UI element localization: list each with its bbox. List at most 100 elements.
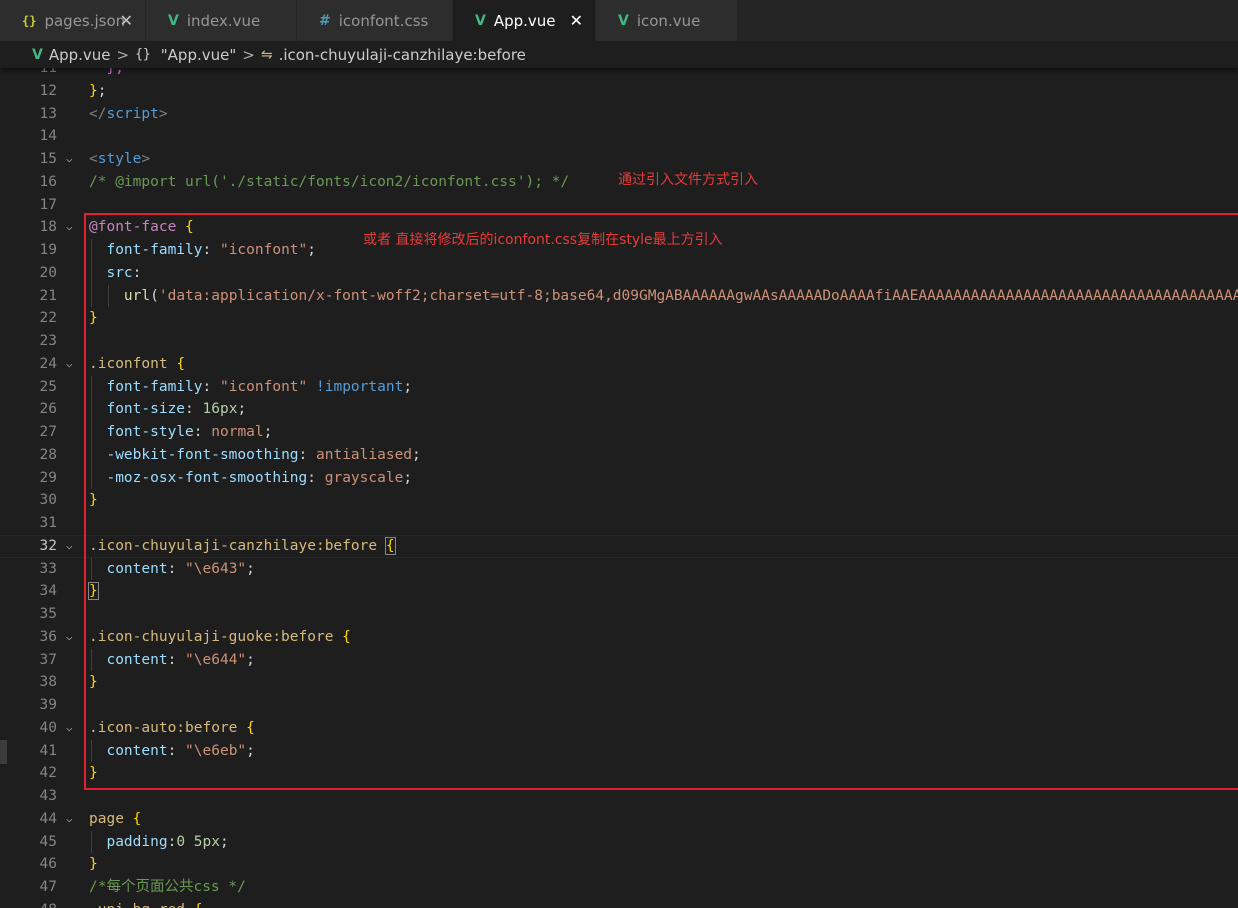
highlight-box bbox=[84, 213, 1238, 790]
code-token: 0 5px bbox=[176, 833, 220, 850]
code-editor[interactable]: 11 }, 12}; 13 </script> 14 15 ⌵ <style> 16/* @im… bbox=[0, 68, 1238, 908]
line-number: 40 bbox=[39, 719, 57, 736]
line-number: 33 bbox=[39, 560, 57, 577]
line-number: 32 bbox=[39, 537, 57, 554]
line-number: 38 bbox=[39, 674, 57, 691]
code-text: } bbox=[89, 853, 98, 876]
close-icon[interactable]: ✕ bbox=[570, 11, 583, 30]
code-text: /*每个页面公共css */ bbox=[89, 876, 246, 899]
line-number: 13 bbox=[39, 105, 57, 122]
line-number: 46 bbox=[39, 856, 57, 873]
vue-file-icon: V bbox=[32, 46, 43, 63]
code-line[interactable]: 48 ⌵ .uni-bg-red { bbox=[0, 899, 1238, 908]
breadcrumb-file-label: App.vue bbox=[48, 45, 111, 64]
line-number: 45 bbox=[39, 833, 57, 850]
line-number: 43 bbox=[39, 788, 57, 804]
selector-icon: ⇋ bbox=[260, 46, 273, 63]
code-token: /* @import url('./static/fonts/icon2/ico… bbox=[89, 173, 570, 190]
breadcrumb-selector-label: .icon-chuyulaji-canzhilaye:before bbox=[278, 45, 526, 64]
code-line[interactable]: 11 }, bbox=[0, 68, 1238, 80]
line-number: 27 bbox=[39, 424, 57, 440]
fold-chevron-icon[interactable]: ⌵ bbox=[66, 148, 73, 171]
code-token: style bbox=[97, 151, 142, 167]
code-text: page { bbox=[89, 808, 141, 831]
line-number: 19 bbox=[39, 242, 57, 258]
code-text: .uni-bg-red { bbox=[89, 899, 203, 908]
vue-file-icon: V bbox=[168, 12, 179, 29]
line-number: 15 bbox=[39, 151, 57, 167]
line-number: 41 bbox=[39, 742, 57, 759]
annotation-copy: 或者 直接将修改后的iconfont.css复制在style最上方引入 bbox=[363, 232, 723, 248]
annotation-import: 通过引入文件方式引入 bbox=[618, 172, 758, 188]
breadcrumb-file[interactable]: V App.vue bbox=[32, 46, 111, 64]
line-number: 14 bbox=[39, 128, 57, 145]
line-number: 21 bbox=[39, 287, 57, 304]
fold-chevron-icon[interactable]: ⌵ bbox=[66, 717, 73, 740]
code-text: padding:0 5px; bbox=[89, 831, 229, 854]
code-token: } bbox=[89, 856, 98, 873]
line-number: 42 bbox=[39, 765, 57, 782]
line-number: 47 bbox=[39, 879, 57, 895]
code-line[interactable]: 45 padding:0 5px; bbox=[0, 830, 1238, 854]
tab-label: icon.vue bbox=[636, 11, 701, 30]
close-icon[interactable]: ✕ bbox=[120, 11, 133, 30]
code-line[interactable]: 46} bbox=[0, 853, 1238, 876]
fold-chevron-icon[interactable]: ⌵ bbox=[66, 808, 73, 831]
line-number: 23 bbox=[39, 333, 57, 349]
code-text: }; bbox=[89, 80, 106, 103]
code-token: : bbox=[167, 833, 177, 850]
code-text: /* @import url('./static/fonts/icon2/ico… bbox=[89, 171, 569, 194]
tab-label: iconfont.css bbox=[338, 11, 429, 30]
line-number: 29 bbox=[39, 469, 57, 486]
tab-icon-vue[interactable]: V icon.vue bbox=[596, 0, 738, 41]
code-token: ; bbox=[219, 833, 229, 850]
tab-index-vue[interactable]: V index.vue bbox=[146, 0, 297, 41]
code-line[interactable]: 47 /*每个页面公共css */ bbox=[0, 876, 1238, 899]
chevron-right-icon: > bbox=[242, 45, 255, 64]
line-number: 28 bbox=[39, 446, 57, 463]
css-file-icon: # bbox=[319, 12, 331, 29]
line-number: 12 bbox=[39, 82, 57, 99]
object-icon: {} bbox=[135, 47, 151, 62]
tab-iconfont-css[interactable]: # iconfont.css bbox=[297, 0, 453, 41]
code-text: </script> bbox=[89, 103, 168, 126]
breadcrumb: V App.vue > {} "App.vue" > ⇋ .icon-chuyu… bbox=[0, 41, 1238, 68]
code-token: </ bbox=[89, 105, 107, 122]
line-number: 11 bbox=[39, 68, 57, 76]
code-line[interactable]: 44 ⌵ page { bbox=[0, 808, 1238, 831]
breadcrumb-object[interactable]: {} "App.vue" bbox=[135, 46, 236, 64]
fold-chevron-icon[interactable]: ⌵ bbox=[66, 216, 73, 239]
breadcrumb-selector[interactable]: ⇋ .icon-chuyulaji-canzhilaye:before bbox=[261, 46, 526, 64]
tab-app-vue[interactable]: V App.vue ✕ bbox=[453, 0, 596, 41]
breadcrumb-object-label: "App.vue" bbox=[160, 45, 237, 64]
code-token: { bbox=[132, 810, 142, 827]
line-number: 17 bbox=[39, 196, 57, 213]
vue-file-icon: V bbox=[475, 12, 486, 29]
code-line[interactable]: 13 </script> bbox=[0, 103, 1238, 126]
fold-chevron-icon[interactable]: ⌵ bbox=[66, 626, 73, 649]
line-number: 20 bbox=[39, 264, 57, 281]
code-token: > bbox=[158, 105, 168, 122]
code-token: script bbox=[106, 105, 159, 122]
code-token: } bbox=[89, 82, 98, 99]
code-token: }, bbox=[89, 68, 124, 76]
code-line[interactable]: 15 ⌵ <style> bbox=[0, 148, 1238, 171]
code-text: <style> bbox=[89, 148, 150, 171]
fold-chevron-icon[interactable]: ⌵ bbox=[66, 353, 73, 376]
code-token: ; bbox=[97, 82, 107, 99]
code-line[interactable]: 14 bbox=[0, 125, 1238, 148]
fold-chevron-icon[interactable]: ⌵ bbox=[66, 899, 73, 908]
code-token: > bbox=[141, 151, 151, 167]
line-number: 24 bbox=[39, 355, 57, 372]
vue-file-icon: V bbox=[618, 12, 629, 29]
line-number: 30 bbox=[39, 492, 57, 509]
tab-pages-json[interactable]: {} pages.json ✕ bbox=[0, 0, 146, 41]
code-line[interactable]: 12}; bbox=[0, 80, 1238, 103]
tab-label: index.vue bbox=[186, 11, 261, 30]
line-number: 25 bbox=[39, 378, 57, 395]
fold-chevron-icon[interactable]: ⌵ bbox=[66, 535, 73, 558]
line-number: 22 bbox=[39, 310, 57, 327]
